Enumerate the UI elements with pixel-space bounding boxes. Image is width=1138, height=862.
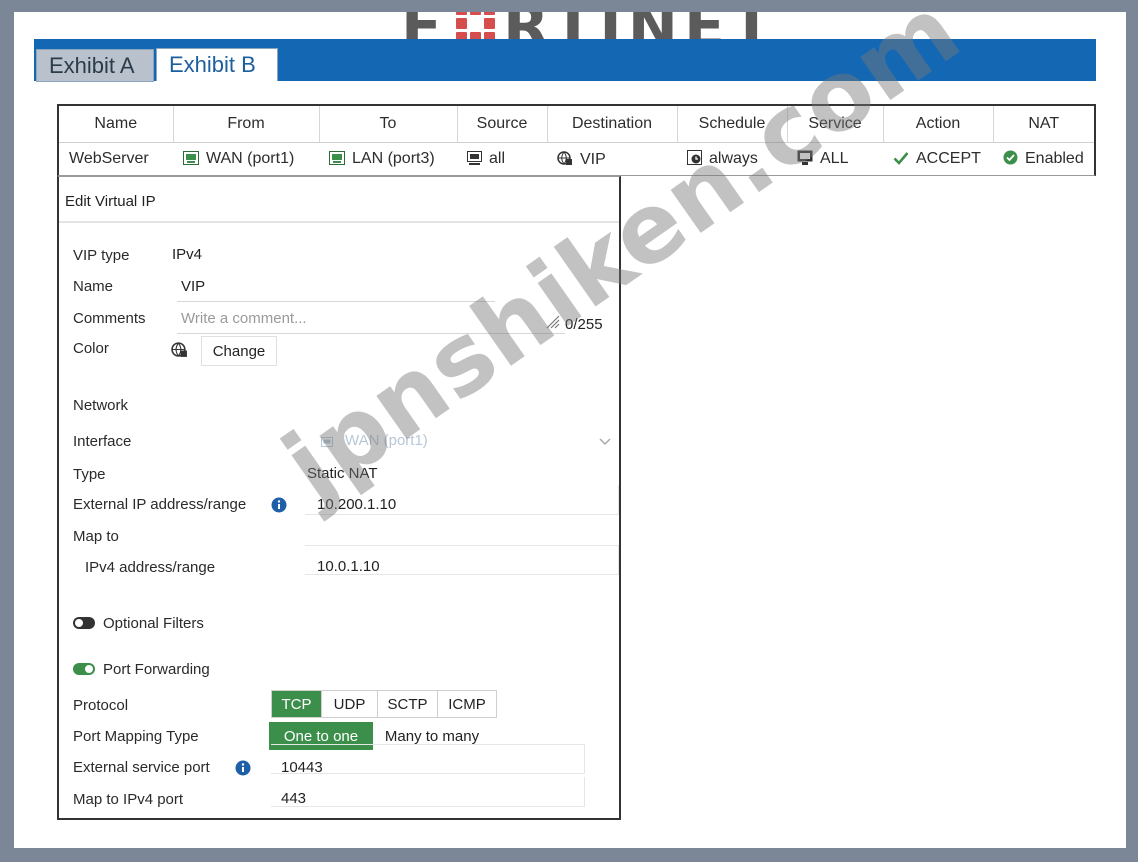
policy-action-cell: ACCEPT <box>883 142 993 176</box>
ipv4-range-input[interactable]: 10.0.1.10 <box>317 558 380 575</box>
port-mapping-type-label: Port Mapping Type <box>73 728 199 745</box>
type-value: Static NAT <box>307 465 378 482</box>
service-icon <box>797 150 813 166</box>
map-to-ipv4-port-input-box <box>271 777 585 807</box>
tab-exhibit-b[interactable]: Exhibit B <box>156 48 278 81</box>
name-label: Name <box>73 278 114 295</box>
policy-nat-cell: Enabled <box>993 142 1094 176</box>
policy-service: ALL <box>820 150 849 168</box>
policy-name: WebServer <box>69 150 149 168</box>
external-service-port-label: External service port <box>73 759 210 776</box>
address-icon <box>467 151 482 166</box>
column-header-service[interactable]: Service <box>787 106 884 143</box>
column-header-nat[interactable]: NAT <box>993 106 1094 143</box>
schedule-clock-icon <box>687 150 702 166</box>
protocol-option-icmp[interactable]: ICMP <box>438 691 496 717</box>
vip-globe-icon <box>557 151 572 165</box>
protocol-label: Protocol <box>73 697 129 714</box>
ipv4-range-label: IPv4 address/range <box>85 559 216 576</box>
column-header-source[interactable]: Source <box>457 106 548 143</box>
optional-filters-toggle[interactable] <box>73 617 95 629</box>
column-header-to[interactable]: To <box>319 106 458 143</box>
map-to-ipv4-port-input[interactable]: 443 <box>281 790 306 807</box>
optional-filters-label: Optional Filters <box>103 615 204 632</box>
interface-select[interactable]: WAN (port1) <box>345 432 428 449</box>
external-ip-label: External IP address/range <box>73 496 247 513</box>
comments-textarea[interactable]: Write a comment... <box>181 310 307 327</box>
title-divider <box>59 221 619 223</box>
column-header-destination[interactable]: Destination <box>547 106 678 143</box>
color-change-button[interactable]: Change <box>201 336 277 366</box>
policy-from-cell: WAN (port1) <box>173 142 319 176</box>
protocol-option-tcp[interactable]: TCP <box>272 691 322 717</box>
info-icon[interactable] <box>271 497 287 513</box>
color-swatch-icon <box>171 342 187 357</box>
chevron-down-icon[interactable] <box>599 438 611 446</box>
name-field-underline <box>177 301 495 302</box>
interface-label: Interface <box>73 433 132 450</box>
comments-underline <box>177 333 565 334</box>
external-service-port-input[interactable]: 10443 <box>281 759 323 776</box>
column-header-schedule[interactable]: Schedule <box>677 106 788 143</box>
vip-type-label: VIP type <box>73 247 130 264</box>
policy-name-cell: WebServer <box>59 142 173 176</box>
policy-nat: Enabled <box>1025 150 1084 168</box>
interface-port-icon <box>183 151 199 166</box>
firewall-policy-table: Name From To Source Destination Schedule… <box>57 104 1096 176</box>
policy-action: ACCEPT <box>916 150 981 168</box>
policy-to-cell: LAN (port3) <box>319 142 457 176</box>
exhibit-canvas: F RTINET ® Exhibit A Exhibit B Name From… <box>14 12 1126 848</box>
external-ip-input[interactable]: 10.200.1.10 <box>317 496 396 513</box>
column-header-action[interactable]: Action <box>883 106 994 143</box>
policy-destination-cell: VIP <box>547 142 677 176</box>
resize-handle-icon[interactable] <box>545 315 561 329</box>
logo-grid-icon <box>456 12 495 43</box>
column-header-name[interactable]: Name <box>59 106 174 143</box>
type-label: Type <box>73 466 106 483</box>
policy-to: LAN (port3) <box>352 150 435 168</box>
vip-type-value: IPv4 <box>172 246 203 263</box>
name-field[interactable]: VIP <box>181 278 205 295</box>
policy-source-cell: all <box>457 142 547 176</box>
panel-title: Edit Virtual IP <box>65 193 156 210</box>
network-heading: Network <box>73 397 129 414</box>
comments-char-count: 0/255 <box>565 316 603 333</box>
policy-source: all <box>489 150 506 168</box>
port-forwarding-toggle[interactable] <box>73 663 95 675</box>
port-forwarding-label: Port Forwarding <box>103 661 210 678</box>
edit-virtual-ip-panel: Edit Virtual IP VIP type IPv4 Name VIP C… <box>57 176 621 820</box>
policy-schedule: always <box>709 150 758 168</box>
policy-destination: VIP <box>580 150 606 168</box>
policy-service-cell: ALL <box>787 142 883 176</box>
map-to-label: Map to <box>73 528 119 545</box>
exhibit-tab-bar: Exhibit A Exhibit B <box>34 39 1096 82</box>
info-icon[interactable] <box>235 760 251 776</box>
policy-header-row: Name From To Source Destination Schedule… <box>59 106 1094 143</box>
protocol-selector: TCP UDP SCTP ICMP <box>271 690 497 718</box>
protocol-option-udp[interactable]: UDP <box>322 691 378 717</box>
policy-from: WAN (port1) <box>206 150 295 168</box>
interface-port-icon <box>329 151 345 166</box>
color-label: Color <box>73 340 109 357</box>
table-row[interactable]: WebServer WAN (port1) LAN (port3) all VI… <box>59 142 1094 176</box>
policy-schedule-cell: always <box>677 142 787 176</box>
protocol-option-sctp[interactable]: SCTP <box>378 691 438 717</box>
comments-label: Comments <box>73 310 146 327</box>
map-to-ipv4-port-label: Map to IPv4 port <box>73 791 184 808</box>
enabled-check-circle-icon <box>1003 150 1018 165</box>
interface-port-icon <box>321 437 333 447</box>
checkmark-icon <box>893 152 909 166</box>
tab-exhibit-a[interactable]: Exhibit A <box>36 49 154 82</box>
column-header-from[interactable]: From <box>173 106 320 143</box>
